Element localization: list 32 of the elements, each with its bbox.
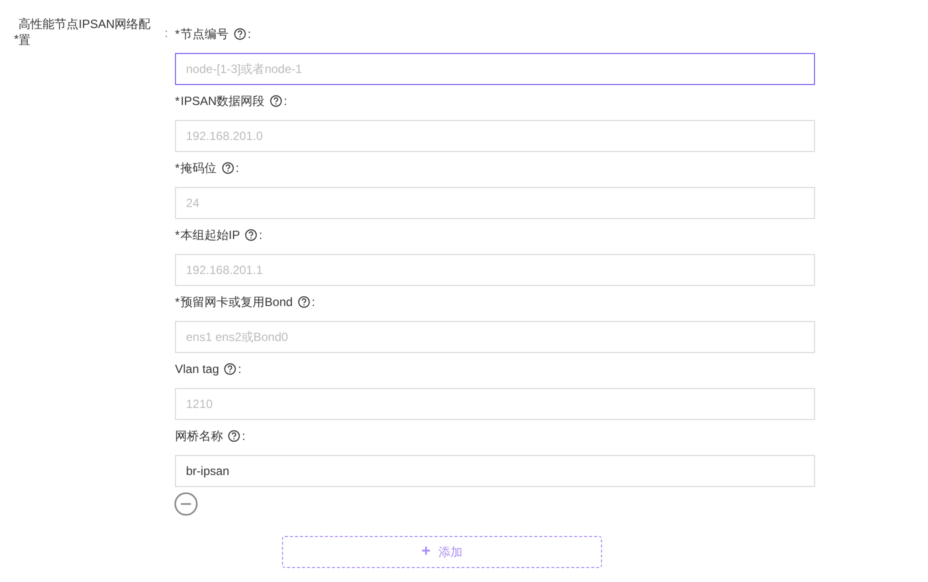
colon: : [242, 428, 246, 445]
colon: : [238, 361, 242, 378]
required-mark: * [175, 26, 180, 43]
required-mark: * [175, 294, 180, 311]
section-label: 高性能节点IPSAN网络配置 [18, 16, 152, 48]
help-icon[interactable] [270, 95, 282, 107]
help-icon[interactable] [298, 296, 310, 308]
colon: : [236, 160, 240, 177]
required-mark: * [175, 160, 180, 177]
help-icon[interactable] [228, 430, 240, 442]
input-field[interactable]: br-ipsan [175, 455, 815, 487]
required-mark: * [14, 32, 19, 46]
field-label: 预留网卡或复用Bond [180, 294, 293, 311]
required-mark: * [175, 93, 180, 110]
input-field[interactable]: node-[1-3]或者node-1 [175, 53, 815, 85]
field-label: 本组起始IP [180, 227, 240, 244]
help-icon[interactable] [245, 229, 258, 241]
colon: : [284, 93, 288, 110]
field-label: Vlan tag [175, 361, 220, 378]
colon: : [259, 227, 262, 244]
field-label: 节点编号 [180, 26, 229, 43]
help-icon[interactable] [222, 162, 234, 174]
remove-icon[interactable] [174, 492, 198, 516]
colon: : [312, 294, 316, 311]
field-label: 网桥名称 [175, 428, 223, 445]
field-label: IPSAN数据网段 [180, 93, 265, 110]
help-icon[interactable] [224, 363, 236, 375]
field-label: 掩码位 [180, 160, 217, 177]
help-icon[interactable] [234, 28, 246, 40]
required-mark: * [175, 227, 180, 244]
colon: : [248, 26, 252, 43]
colon: : [164, 26, 168, 40]
